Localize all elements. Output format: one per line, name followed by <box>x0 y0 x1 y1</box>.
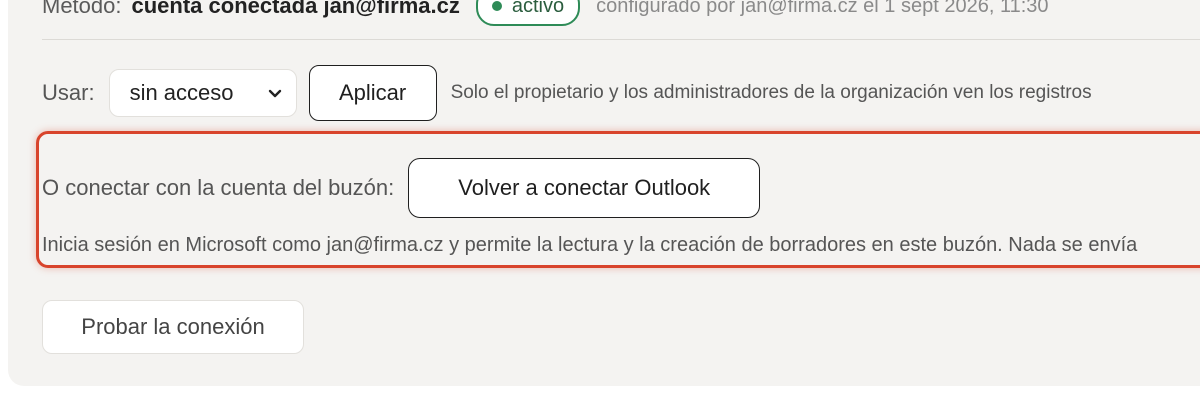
apply-button[interactable]: Aplicar <box>308 65 437 121</box>
mailbox-connect-label: O conectar con la cuenta del buzón: <box>42 175 395 200</box>
method-value: cuenta conectada jan@firma.cz <box>131 0 460 18</box>
status-dot-icon <box>491 1 502 11</box>
usage-label: Usar: <box>42 80 95 105</box>
usage-row: Usar: sin acceso Aplicar Solo el propiet… <box>42 64 1092 122</box>
method-label: Método: <box>42 0 122 18</box>
configured-text: configurado por jan@firma.cz el 1 sept 2… <box>596 0 1049 17</box>
chevron-down-icon <box>268 89 281 98</box>
method-row: Método: cuenta conectada jan@firma.cz ac… <box>42 0 1049 26</box>
status-badge: activo <box>475 0 581 26</box>
access-select-value: sin acceso <box>129 80 234 105</box>
owner-note: Solo el propietario y los administradore… <box>450 82 1092 103</box>
access-select[interactable]: sin acceso <box>108 69 297 117</box>
mailbox-connect-row: O conectar con la cuenta del buzón: Volv… <box>42 158 761 218</box>
divider <box>42 39 1200 40</box>
connection-settings-page: Método: cuenta conectada jan@firma.cz ac… <box>0 0 1200 400</box>
signin-note: Inicia sesión en Microsoft como jan@firm… <box>42 234 1138 256</box>
status-badge-label: activo <box>511 0 565 17</box>
test-connection-button[interactable]: Probar la conexión <box>42 300 304 354</box>
reconnect-outlook-button[interactable]: Volver a conectar Outlook <box>408 158 761 218</box>
